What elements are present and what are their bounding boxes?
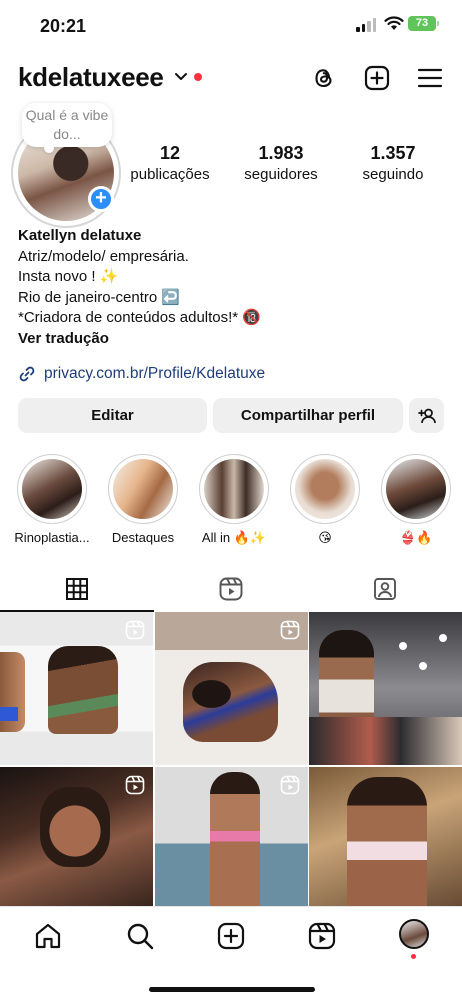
bio-line: Rio de janeiro-centro ↩️ bbox=[18, 288, 181, 306]
highlight-ring bbox=[199, 454, 269, 524]
home-indicator bbox=[149, 987, 315, 992]
highlight-item[interactable]: Rinoplastia... bbox=[7, 454, 97, 545]
post-thumbnail[interactable] bbox=[154, 766, 308, 920]
reel-badge-icon bbox=[125, 620, 145, 640]
edit-profile-button[interactable]: Editar bbox=[18, 398, 207, 433]
post-thumbnail[interactable] bbox=[309, 766, 462, 920]
note-text: Qual é a vibe do... bbox=[25, 107, 109, 142]
battery-indicator: 73 bbox=[408, 16, 439, 31]
stat-followers[interactable]: 1.983 seguidores bbox=[236, 143, 326, 183]
highlight-item[interactable]: Destaques bbox=[98, 454, 188, 545]
post-image-figure bbox=[182, 662, 278, 742]
profile-link-text: privacy.com.br/Profile/Kdelatuxe bbox=[44, 365, 266, 382]
home-icon[interactable] bbox=[33, 921, 63, 951]
highlight-cover bbox=[113, 459, 173, 519]
post-image-figure bbox=[209, 771, 260, 920]
display-name: Katellyn delatuxe bbox=[18, 227, 142, 244]
highlight-item[interactable]: All in 🔥✨ bbox=[189, 454, 279, 546]
highlight-ring bbox=[381, 454, 451, 524]
profile-avatar[interactable] bbox=[399, 919, 429, 949]
post-thumbnail[interactable] bbox=[0, 766, 153, 920]
post-thumbnail[interactable] bbox=[0, 612, 153, 765]
stat-posts-value: 12 bbox=[159, 143, 181, 163]
grid-icon bbox=[66, 578, 88, 600]
wifi-icon bbox=[384, 16, 404, 30]
stat-followers-value: 1.983 bbox=[258, 143, 304, 163]
reel-badge-icon bbox=[280, 775, 299, 794]
bio-line: Insta novo ! ✨ bbox=[18, 268, 119, 285]
highlight-ring bbox=[108, 454, 178, 524]
tagged-icon bbox=[374, 578, 396, 600]
menu-icon[interactable] bbox=[416, 64, 444, 92]
reels-icon[interactable] bbox=[307, 921, 337, 951]
highlight-label: Rinoplastia... bbox=[14, 530, 90, 545]
stat-posts[interactable]: 12 publicações bbox=[126, 143, 214, 183]
post-image-figure bbox=[0, 707, 18, 721]
bottom-nav bbox=[0, 906, 462, 1000]
post-image-figure bbox=[347, 776, 427, 920]
bio-line: *Criadora de conteúdos adultos!* 🔞 bbox=[18, 309, 261, 326]
link-icon bbox=[19, 366, 35, 382]
translate-link[interactable]: Ver tradução bbox=[18, 329, 448, 350]
post-thumbnail[interactable] bbox=[154, 612, 308, 765]
highlight-item[interactable]: 👙🔥 bbox=[371, 454, 461, 546]
profile-header: kdelatuxeee bbox=[0, 58, 462, 98]
username[interactable]: kdelatuxeee bbox=[18, 62, 164, 93]
highlight-label: All in 🔥✨ bbox=[201, 530, 267, 545]
profile-link[interactable]: privacy.com.br/Profile/Kdelatuxe bbox=[18, 365, 265, 383]
post-image-light bbox=[399, 642, 407, 650]
reel-badge-icon bbox=[280, 620, 299, 640]
stat-followers-label: seguidores bbox=[244, 166, 318, 183]
signal-icon bbox=[356, 18, 376, 32]
status-bar: 20:21 73 bbox=[0, 0, 462, 50]
add-person-icon bbox=[418, 408, 436, 424]
stat-following-label: seguindo bbox=[362, 166, 424, 183]
notification-dot bbox=[411, 954, 416, 959]
highlight-cover bbox=[295, 459, 355, 519]
tab-tagged[interactable] bbox=[308, 566, 462, 612]
highlight-label: 👙🔥 bbox=[399, 530, 433, 545]
post-image-light bbox=[439, 634, 447, 642]
post-image-figure bbox=[309, 717, 462, 765]
stat-posts-label: publicações bbox=[130, 166, 210, 183]
note-bubble[interactable]: Qual é a vibe do... bbox=[22, 103, 112, 153]
highlight-ring bbox=[17, 454, 87, 524]
share-profile-button[interactable]: Compartilhar perfil bbox=[213, 398, 403, 433]
tab-grid[interactable] bbox=[0, 566, 154, 612]
create-icon[interactable] bbox=[216, 921, 246, 951]
bio-line: Atriz/modelo/ empresária. bbox=[18, 247, 189, 265]
post-image-figure bbox=[48, 646, 118, 734]
post-thumbnail[interactable] bbox=[309, 612, 462, 765]
search-icon[interactable] bbox=[125, 921, 155, 951]
notification-dot bbox=[194, 73, 202, 81]
add-person-button[interactable] bbox=[409, 398, 444, 433]
highlight-item[interactable]: 😘 bbox=[280, 454, 370, 546]
content-tabs bbox=[0, 566, 462, 612]
reel-badge-icon bbox=[125, 775, 145, 794]
tab-reels[interactable] bbox=[154, 566, 308, 612]
highlight-cover bbox=[22, 459, 82, 519]
status-time: 20:21 bbox=[40, 16, 87, 36]
stat-following-value: 1.357 bbox=[370, 143, 416, 163]
highlight-ring bbox=[290, 454, 360, 524]
highlight-label: 😘 bbox=[318, 530, 332, 545]
highlight-label: Destaques bbox=[111, 530, 175, 545]
threads-icon[interactable] bbox=[310, 64, 338, 92]
reels-icon bbox=[219, 577, 243, 601]
stat-following[interactable]: 1.357 seguindo bbox=[352, 143, 434, 183]
create-post-icon[interactable] bbox=[363, 64, 391, 92]
chevron-down-icon[interactable] bbox=[174, 70, 188, 84]
add-story-button[interactable]: + bbox=[88, 186, 114, 212]
bio: Katellyn delatuxe Atriz/modelo/ empresár… bbox=[18, 226, 448, 349]
post-image-figure bbox=[40, 786, 110, 867]
highlight-cover bbox=[204, 459, 264, 519]
highlight-cover bbox=[386, 459, 446, 519]
post-image-light bbox=[419, 662, 427, 670]
